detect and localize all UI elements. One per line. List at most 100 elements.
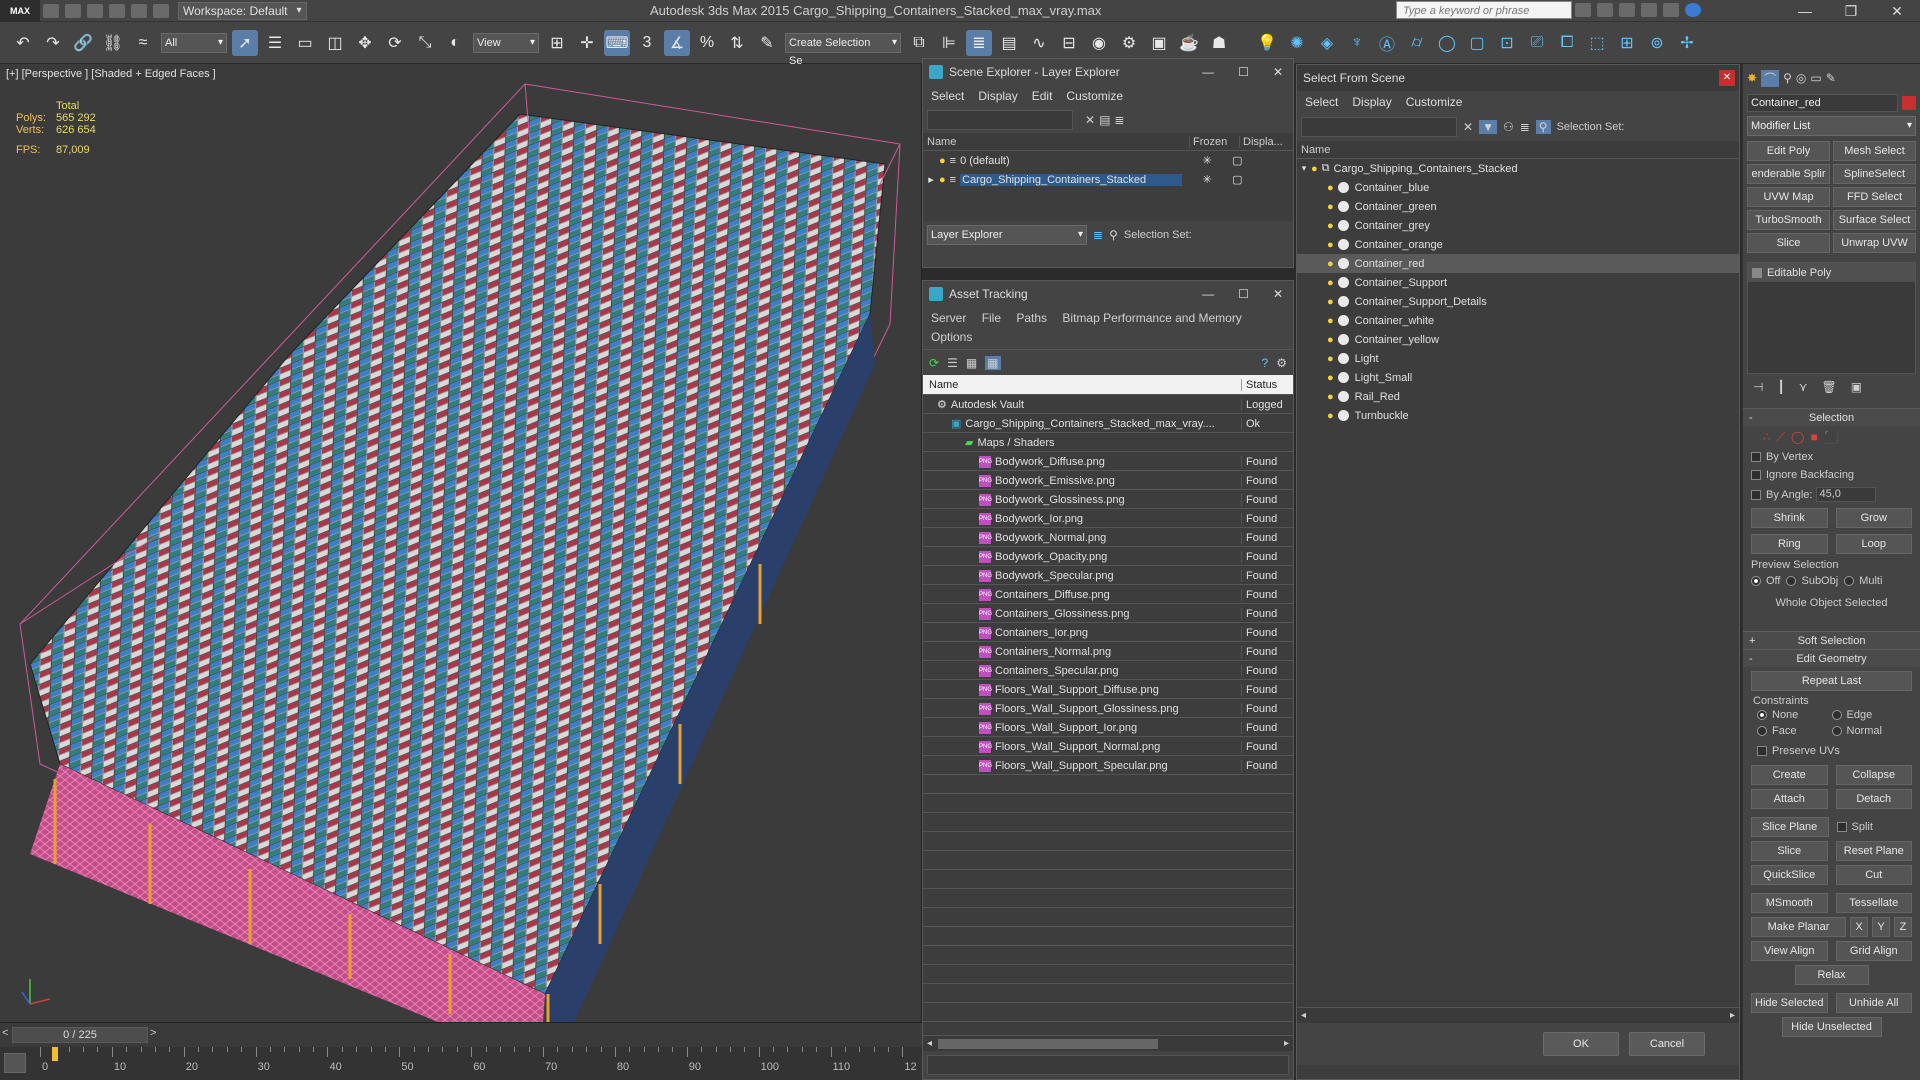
light-bulb-icon[interactable]: ●: [1311, 163, 1318, 175]
scene-root-row[interactable]: ▾ ● ⧉ Cargo_Shipping_Containers_Stacked: [1297, 159, 1739, 178]
menu-select[interactable]: Select: [1305, 95, 1338, 109]
material-editor-icon[interactable]: ◉: [1086, 30, 1112, 56]
slice-plane-button[interactable]: Slice Plane: [1751, 817, 1829, 837]
mini-curve-editor-icon[interactable]: [4, 1053, 26, 1073]
scene-object-row[interactable]: ● Light: [1297, 349, 1739, 368]
light-bulb-icon[interactable]: ●: [939, 174, 946, 186]
place-icon[interactable]: ◐: [442, 30, 468, 56]
scale-icon[interactable]: ⤡: [412, 30, 438, 56]
cut-button[interactable]: Cut: [1835, 865, 1912, 885]
link-icon[interactable]: 🔗: [70, 30, 96, 56]
pivot-icon[interactable]: ⊞: [544, 30, 570, 56]
create-tab-icon[interactable]: ✸: [1747, 71, 1757, 85]
box-icon[interactable]: ▢: [1464, 30, 1490, 56]
render-production-icon[interactable]: ☕: [1176, 30, 1202, 56]
project-folder-icon[interactable]: [153, 3, 169, 18]
track-bar[interactable]: 0 10 20 30 40 50 60 70 80 90 100 110 12: [0, 1047, 922, 1080]
asset-tracking-titlebar[interactable]: Asset Tracking — ☐ ✕: [923, 281, 1293, 307]
grid-align-button[interactable]: Grid Align: [1835, 941, 1912, 961]
menu-options[interactable]: Options: [931, 330, 972, 344]
stack-item[interactable]: Editable Poly: [1748, 263, 1915, 282]
angle-snap-icon[interactable]: ∡: [664, 29, 690, 56]
filter-icon[interactable]: ▼: [1479, 120, 1497, 134]
collapse-arrow-icon[interactable]: ▾: [1297, 163, 1311, 174]
hide-selected-button[interactable]: Hide Selected: [1751, 993, 1828, 1013]
new-file-icon[interactable]: [43, 3, 59, 18]
display-icon[interactable]: ▢: [1232, 154, 1242, 167]
layer-search-input[interactable]: [927, 110, 1073, 130]
light-bulb-icon[interactable]: ●: [1327, 277, 1334, 289]
constraint-face-radio[interactable]: Face: [1757, 725, 1832, 737]
ring-button[interactable]: Ring: [1751, 534, 1828, 554]
plane-icon[interactable]: ⊡: [1494, 30, 1520, 56]
spinner-snap-icon[interactable]: ⇅: [724, 30, 750, 56]
cancel-button[interactable]: Cancel: [1629, 1032, 1705, 1056]
edit-geometry-rollout[interactable]: - Edit Geometry: [1743, 649, 1920, 667]
user-icon[interactable]: [1619, 3, 1635, 17]
scene-search-input[interactable]: [1301, 117, 1457, 137]
attach-button[interactable]: Attach: [1751, 789, 1828, 809]
object-name-field[interactable]: Container_red: [1747, 94, 1898, 112]
display-children-icon[interactable]: ⚇: [1503, 120, 1514, 134]
display-tab-icon[interactable]: ▭: [1810, 71, 1821, 85]
scene-object-row[interactable]: ● Container_grey: [1297, 216, 1739, 235]
scene-horizontal-scrollbar[interactable]: ◂ ▸: [1297, 1007, 1739, 1023]
freeze-icon[interactable]: ✳: [1182, 173, 1232, 186]
selection-filter-dropdown[interactable]: All: [161, 32, 227, 53]
minimize-icon[interactable]: —: [1782, 0, 1828, 22]
cylinder-icon[interactable]: ⌭: [1404, 30, 1430, 56]
shrink-button[interactable]: Shrink: [1751, 508, 1828, 528]
redo-icon[interactable]: ↷: [40, 30, 66, 56]
modifier-set-button[interactable]: enderable Splir: [1747, 164, 1830, 184]
object-color-swatch[interactable]: [1902, 96, 1916, 110]
element-icon[interactable]: ⬛: [1824, 430, 1839, 444]
msmooth-button[interactable]: MSmooth: [1751, 893, 1828, 913]
repeat-last-button[interactable]: Repeat Last: [1751, 671, 1912, 691]
asset-row[interactable]: PNG Containers_Specular.png Found: [923, 661, 1293, 680]
collapse-button[interactable]: Collapse: [1835, 765, 1912, 785]
light-bulb-icon[interactable]: ●: [1327, 315, 1334, 327]
hide-unselected-button[interactable]: Hide Unselected: [1781, 1017, 1882, 1037]
rotate-icon[interactable]: ⟳: [382, 30, 408, 56]
filter-icon[interactable]: ▤: [1099, 113, 1110, 127]
prev-frame-icon[interactable]: <: [2, 1027, 8, 1039]
create-button[interactable]: Create: [1751, 765, 1828, 785]
light-bulb-icon[interactable]: ●: [1327, 410, 1334, 422]
light-bulb-icon[interactable]: ●: [1327, 201, 1334, 213]
fur-icon[interactable]: ♆: [1344, 30, 1370, 56]
layer-explorer-titlebar[interactable]: Scene Explorer - Layer Explorer — ☐ ✕: [923, 59, 1293, 85]
menu-bitmap-performance[interactable]: Bitmap Performance and Memory: [1062, 311, 1241, 325]
modifier-set-button[interactable]: FFD Select: [1833, 187, 1916, 207]
layer-manager-icon[interactable]: ≣: [966, 29, 992, 56]
asset-row[interactable]: PNG Containers_Ior.png Found: [923, 623, 1293, 642]
asset-row[interactable]: PNG Bodywork_Specular.png Found: [923, 566, 1293, 585]
scene-object-row[interactable]: ● Container_red: [1297, 254, 1739, 273]
asset-row[interactable]: PNG Floors_Wall_Support_Glossiness.png Fou…: [923, 699, 1293, 718]
clear-search-icon[interactable]: ✕: [1085, 113, 1095, 127]
by-angle-option[interactable]: By Angle: 45,0: [1743, 484, 1920, 505]
remove-modifier-icon[interactable]: 🗑: [1821, 380, 1836, 394]
soft-selection-rollout[interactable]: + Soft Selection: [1743, 631, 1920, 649]
save-file-icon[interactable]: [87, 3, 103, 18]
maximize-icon[interactable]: ☐: [1238, 65, 1249, 79]
edit-named-selection-icon[interactable]: ✎: [754, 30, 780, 56]
close-icon[interactable]: ✕: [1273, 65, 1283, 79]
modifier-set-button[interactable]: Unwrap UVW: [1833, 233, 1916, 253]
asset-row[interactable]: PNG Bodywork_Normal.png Found: [923, 528, 1293, 547]
asset-row[interactable]: PNG Containers_Glossiness.png Found: [923, 604, 1293, 623]
binoculars-icon[interactable]: [1575, 3, 1591, 17]
light-bulb-icon[interactable]: ●: [1327, 334, 1334, 346]
asset-row[interactable]: ⚙ Autodesk Vault Logged: [923, 395, 1293, 414]
unlink-icon[interactable]: ⛓: [100, 30, 126, 56]
asset-row[interactable]: PNG Floors_Wall_Support_Normal.png Found: [923, 737, 1293, 756]
torus-icon[interactable]: ⊚: [1644, 30, 1670, 56]
text-icon[interactable]: Ⓐ: [1374, 30, 1400, 56]
pin-stack-icon[interactable]: ⊣: [1753, 380, 1763, 394]
scene-object-row[interactable]: ● Light_Small: [1297, 368, 1739, 387]
vertex-icon[interactable]: ∴: [1763, 430, 1771, 444]
asset-row[interactable]: ▣ Cargo_Shipping_Containers_Stacked_max_v…: [923, 414, 1293, 433]
select-by-name-icon[interactable]: ☰: [262, 30, 288, 56]
tools-icon[interactable]: [1597, 3, 1613, 17]
by-vertex-option[interactable]: By Vertex: [1743, 448, 1920, 466]
manipulate-icon[interactable]: ✛: [574, 30, 600, 56]
